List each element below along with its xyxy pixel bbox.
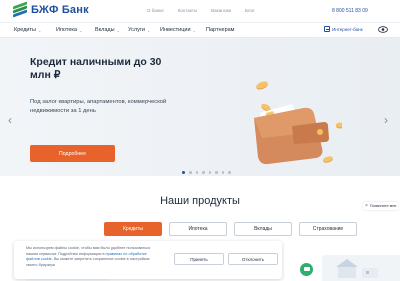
accessibility-eye-icon[interactable]	[378, 26, 388, 33]
nav-item-mortgage[interactable]: Ипотека ⌄	[56, 27, 82, 33]
nav-item-services[interactable]: Услуги ⌄	[128, 27, 150, 33]
callback-label: Позвоните мне	[369, 204, 397, 208]
login-icon	[324, 26, 330, 32]
hero-banner: Кредит наличными до 30 млн ₽ Под залог к…	[0, 38, 400, 176]
slider-next-arrow-icon[interactable]: ›	[384, 113, 388, 127]
cookie-accept-button[interactable]: Принять	[174, 253, 224, 265]
top-link-about[interactable]: О банке	[147, 8, 164, 13]
bank-logo[interactable]: БЖФ Банк	[13, 1, 89, 18]
slider-dots	[182, 171, 231, 174]
chevron-down-icon: ⌄	[146, 27, 151, 33]
nav-item-partners[interactable]: Партнерам	[206, 27, 234, 33]
nav-label: Кредиты	[14, 27, 36, 33]
nav-label: Вклады	[95, 27, 115, 33]
chevron-down-icon: ⌄	[78, 27, 83, 33]
slider-dot[interactable]	[228, 171, 231, 174]
chevron-down-icon: ⌄	[37, 27, 42, 33]
wallet-coins-illustration	[254, 81, 342, 165]
nav-label: Ипотека	[56, 27, 77, 33]
slider-dot[interactable]	[182, 171, 185, 174]
close-icon[interactable]: ×	[365, 203, 368, 209]
hero-title: Кредит наличными до 30 млн ₽	[30, 56, 162, 81]
top-link-contacts[interactable]: Контакты	[178, 8, 197, 13]
coin-icon	[323, 156, 333, 163]
slider-prev-arrow-icon[interactable]: ‹	[8, 113, 12, 127]
slider-dot[interactable]	[202, 171, 205, 174]
slider-dot[interactable]	[189, 171, 192, 174]
slider-dot[interactable]	[215, 171, 218, 174]
nav-label: Услуги	[128, 27, 145, 33]
slider-dot[interactable]	[221, 171, 224, 174]
tab-mortgage[interactable]: Ипотека	[169, 222, 227, 236]
cookie-text: Мы используем файлы cookie, чтобы вам бы…	[26, 246, 158, 268]
nav-item-deposits[interactable]: Вклады ⌄	[95, 27, 120, 33]
chevron-down-icon: ⌄	[192, 27, 196, 33]
cookie-decline-button[interactable]: Отклонить	[228, 253, 278, 265]
nav-item-investments[interactable]: Инвестиции ⌄	[160, 27, 196, 33]
tab-credits[interactable]: Кредиты	[104, 222, 162, 236]
logo-text: БЖФ Банк	[31, 4, 89, 16]
nav-item-credits[interactable]: Кредиты ⌄	[14, 27, 41, 33]
top-bar: БЖФ Банк О банке Контакты Вакансии Блог …	[0, 0, 400, 23]
coin-icon	[336, 122, 342, 129]
top-link-blog[interactable]: Блог	[245, 8, 255, 13]
more-details-button[interactable]: Подробнее	[30, 145, 115, 162]
products-heading: Наши продукты	[160, 195, 240, 207]
slider-dot[interactable]	[195, 171, 198, 174]
house-illustration	[336, 259, 378, 278]
internet-bank-link[interactable]: Интернет-банк	[324, 26, 363, 32]
tab-deposits[interactable]: Вклады	[234, 222, 292, 236]
hero-subtitle: Под залог квартиры, апартаментов, коммер…	[30, 99, 167, 114]
tab-insurance[interactable]: Страхование	[299, 222, 357, 236]
nav-label: Партнерам	[206, 27, 235, 33]
product-tabs: Кредиты Ипотека Вклады Страхование	[104, 222, 357, 236]
callback-widget[interactable]: × Позвоните мне	[363, 202, 399, 210]
top-link-vacancies[interactable]: Вакансии	[211, 8, 231, 13]
logo-icon	[13, 1, 27, 18]
internet-bank-label: Интернет-банк	[332, 26, 363, 32]
chat-icon[interactable]	[300, 263, 313, 276]
main-nav: Кредиты ⌄ Ипотека ⌄ Вклады ⌄ Услуги ⌄ Инвест…	[0, 23, 400, 38]
nav-label: Инвестиции	[160, 27, 191, 33]
slider-dot[interactable]	[208, 171, 211, 174]
top-links: О банке Контакты Вакансии Блог	[147, 8, 255, 13]
cookie-banner: Мы используем файлы cookie, чтобы вам бы…	[14, 241, 282, 279]
chevron-down-icon: ⌄	[116, 27, 120, 33]
phone-number[interactable]: 8 800 511 83 09	[332, 8, 368, 14]
coin-icon	[256, 81, 268, 90]
